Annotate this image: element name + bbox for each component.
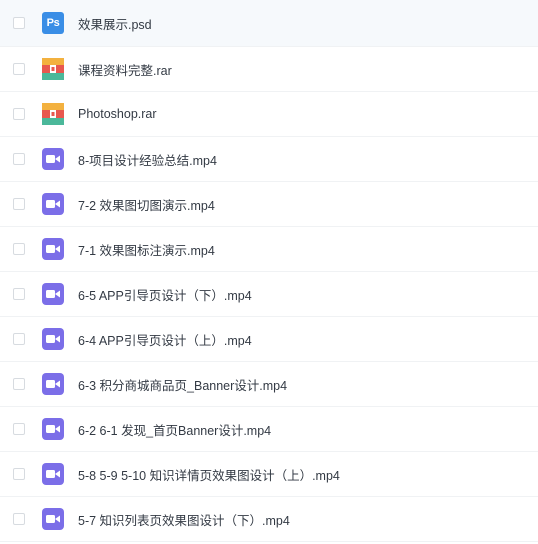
- archive-file-icon: [42, 103, 64, 125]
- video-file-icon: [42, 373, 64, 395]
- file-row[interactable]: 7-2 效果图切图演示.mp4: [0, 182, 538, 227]
- video-file-icon: [42, 418, 64, 440]
- video-file-icon: [42, 148, 64, 170]
- row-checkbox[interactable]: [13, 288, 25, 300]
- file-name[interactable]: 5-7 知识列表页效果图设计（下）.mp4: [78, 510, 290, 529]
- file-row[interactable]: 8-项目设计经验总结.mp4: [0, 137, 538, 182]
- file-name[interactable]: Photoshop.rar: [78, 107, 157, 121]
- file-row[interactable]: 6-5 APP引导页设计（下）.mp4: [0, 272, 538, 317]
- file-row[interactable]: 6-3 积分商城商品页_Banner设计.mp4: [0, 362, 538, 407]
- file-name[interactable]: 6-4 APP引导页设计（上）.mp4: [78, 330, 252, 349]
- file-name[interactable]: 5-8 5-9 5-10 知识详情页效果图设计（上）.mp4: [78, 465, 340, 484]
- row-checkbox[interactable]: [13, 153, 25, 165]
- file-row[interactable]: 5-8 5-9 5-10 知识详情页效果图设计（上）.mp4: [0, 452, 538, 497]
- row-checkbox[interactable]: [13, 63, 25, 75]
- file-name[interactable]: 7-1 效果图标注演示.mp4: [78, 240, 215, 259]
- video-file-icon: [42, 238, 64, 260]
- row-checkbox[interactable]: [13, 198, 25, 210]
- file-name[interactable]: 6-2 6-1 发现_首页Banner设计.mp4: [78, 420, 271, 439]
- file-name[interactable]: 8-项目设计经验总结.mp4: [78, 150, 217, 169]
- photoshop-file-icon: Ps: [42, 12, 64, 34]
- file-row[interactable]: 5-7 知识列表页效果图设计（下）.mp4: [0, 497, 538, 542]
- file-name[interactable]: 7-2 效果图切图演示.mp4: [78, 195, 215, 214]
- archive-file-icon: [42, 58, 64, 80]
- video-file-icon: [42, 508, 64, 530]
- file-name[interactable]: 效果展示.psd: [78, 14, 152, 33]
- row-checkbox[interactable]: [13, 108, 25, 120]
- file-name[interactable]: 6-3 积分商城商品页_Banner设计.mp4: [78, 375, 287, 394]
- psd-badge-text: Ps: [46, 17, 60, 29]
- file-row[interactable]: 6-4 APP引导页设计（上）.mp4: [0, 317, 538, 362]
- row-checkbox[interactable]: [13, 513, 25, 525]
- row-checkbox[interactable]: [13, 17, 25, 29]
- row-checkbox[interactable]: [13, 243, 25, 255]
- file-row[interactable]: Photoshop.rar: [0, 92, 538, 137]
- file-row[interactable]: 课程资料完整.rar: [0, 47, 538, 92]
- file-row[interactable]: 6-2 6-1 发现_首页Banner设计.mp4: [0, 407, 538, 452]
- video-file-icon: [42, 283, 64, 305]
- file-list: Ps 效果展示.psd 课程资料完整.rar Photoshop.rar 8-项目设计经…: [0, 0, 538, 544]
- row-checkbox[interactable]: [13, 468, 25, 480]
- row-checkbox[interactable]: [13, 423, 25, 435]
- file-row[interactable]: 7-1 效果图标注演示.mp4: [0, 227, 538, 272]
- file-name[interactable]: 课程资料完整.rar: [78, 60, 172, 79]
- video-file-icon: [42, 463, 64, 485]
- file-name[interactable]: 6-5 APP引导页设计（下）.mp4: [78, 285, 252, 304]
- row-checkbox[interactable]: [13, 333, 25, 345]
- row-checkbox[interactable]: [13, 378, 25, 390]
- video-file-icon: [42, 193, 64, 215]
- file-row[interactable]: Ps 效果展示.psd: [0, 0, 538, 47]
- video-file-icon: [42, 328, 64, 350]
